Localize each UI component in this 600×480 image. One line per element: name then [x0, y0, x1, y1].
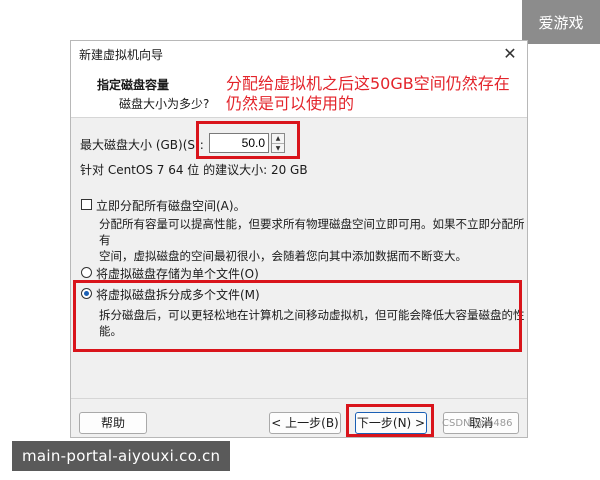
close-icon[interactable]: ✕ [499, 43, 521, 65]
annotation-line2: 仍然是可以使用的 [226, 94, 355, 113]
allocate-desc-line1: 分配所有容量可以提高性能，但要求所有物理磁盘空间立即可用。如果不立即分配所有 [99, 217, 525, 247]
size-highlight-box [196, 121, 300, 159]
annotation-line1: 分配给虚拟机之后这50GB空间仍然存在 [226, 74, 510, 93]
titlebar: 新建虚拟机向导 ✕ [71, 41, 527, 68]
allocate-now-label[interactable]: 立即分配所有磁盘空间(A)。 [96, 197, 246, 214]
single-file-radio[interactable] [81, 267, 92, 278]
page-title: 指定磁盘容量 [97, 78, 170, 92]
window-title: 新建虚拟机向导 [79, 48, 164, 62]
next-highlight-box [346, 404, 434, 437]
recommended-size-text: 针对 CentOS 7 64 位 的建议大小: 20 GB [80, 163, 308, 177]
footer-divider [71, 398, 527, 399]
allocate-now-description: 分配所有容量可以提高性能，但要求所有物理磁盘空间立即可用。如果不立即分配所有 空… [99, 216, 527, 264]
allocate-now-checkbox[interactable] [81, 199, 92, 210]
annotation-text: 分配给虚拟机之后这50GB空间仍然存在 仍然是可以使用的 [226, 74, 526, 114]
back-button[interactable]: < 上一步(B) [269, 412, 341, 434]
watermark-top: 爱游戏 [522, 0, 600, 44]
csdn-watermark: CSDN @m486 [442, 418, 513, 429]
watermark-bottom: main-portal-aiyouxi.co.cn [12, 441, 231, 471]
help-button[interactable]: 帮助 [79, 412, 147, 434]
disk-size-label: 最大磁盘大小 (GB)(S): [80, 138, 204, 152]
page-subtitle: 磁盘大小为多少? [119, 97, 210, 111]
split-highlight-box [73, 280, 522, 352]
allocate-desc-line2: 空间，虚拟磁盘的空间最初很小，会随着您向其中添加数据而不断变大。 [99, 249, 467, 263]
